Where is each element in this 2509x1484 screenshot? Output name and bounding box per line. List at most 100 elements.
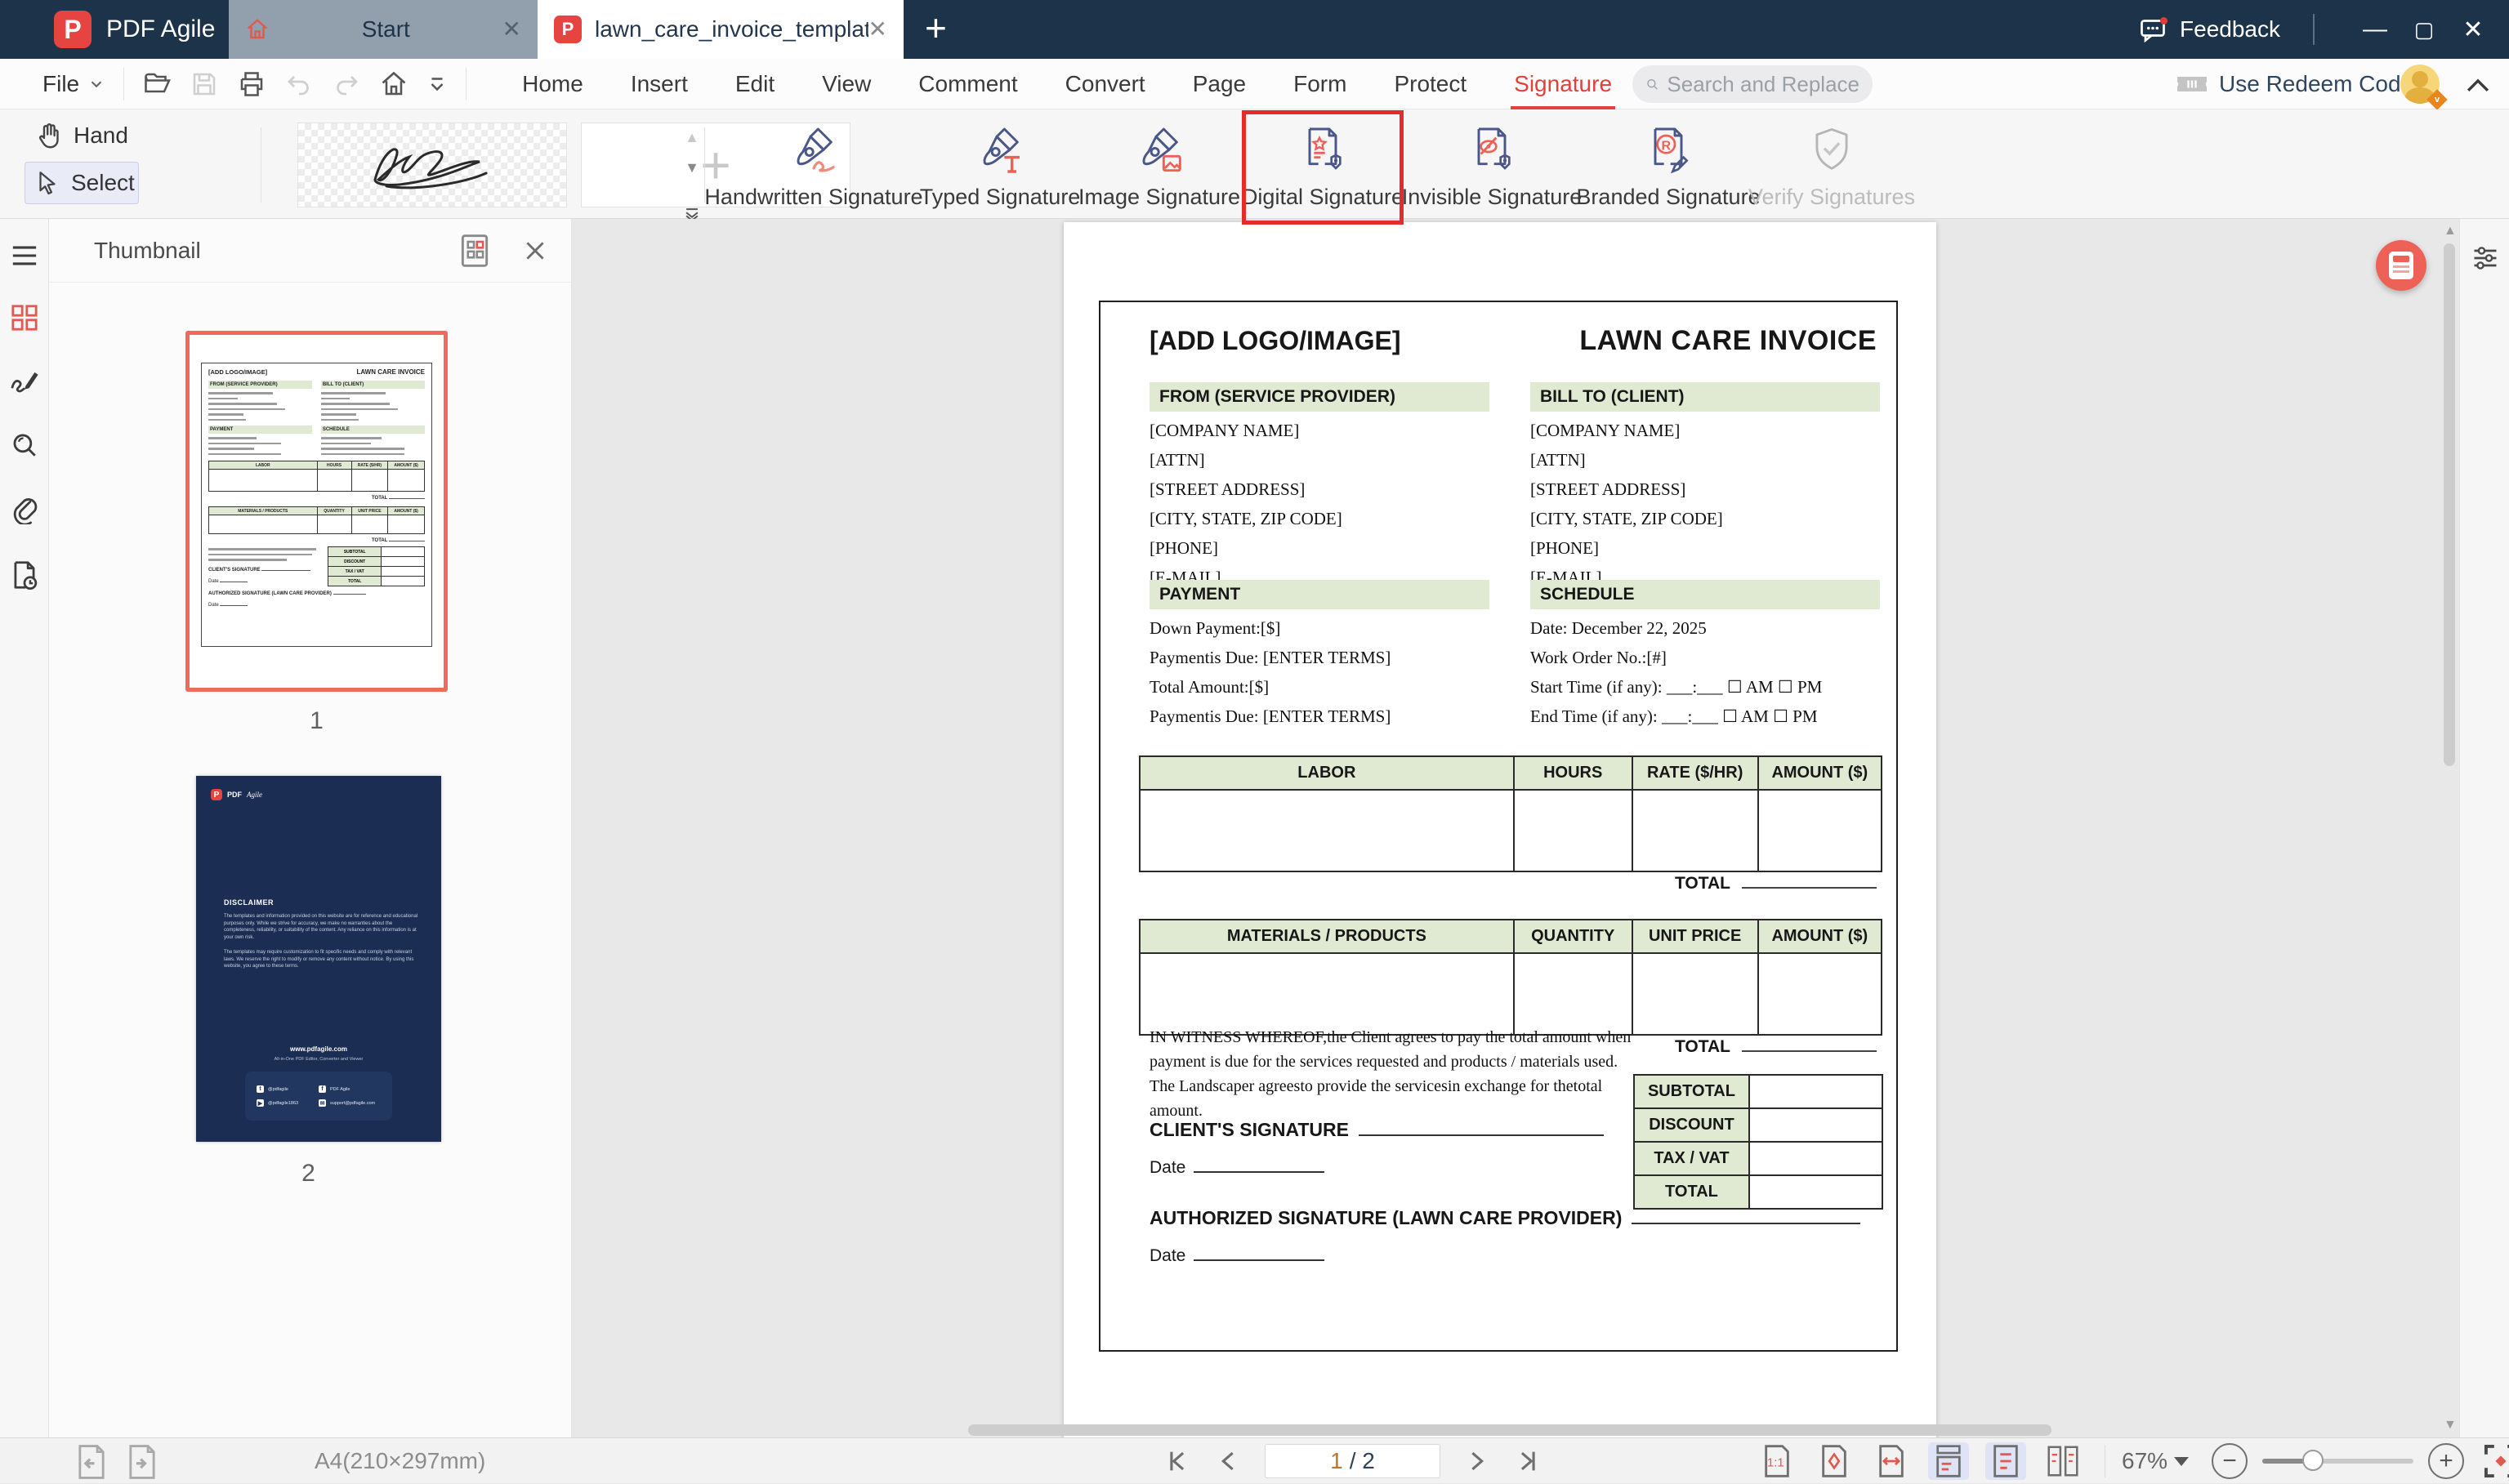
redeem-code-button[interactable]: Use Redeem Code bbox=[2175, 59, 2413, 109]
vertical-scrollbar-thumb[interactable] bbox=[2444, 243, 2455, 766]
menu-insert[interactable]: Insert bbox=[631, 71, 688, 97]
single-page-button[interactable] bbox=[1985, 1442, 2026, 1480]
print-icon[interactable] bbox=[237, 69, 266, 99]
image-signature-icon bbox=[1142, 127, 1181, 172]
menu-signature[interactable]: Signature bbox=[1511, 71, 1615, 109]
scrollbar-down-icon[interactable]: ▼ bbox=[2444, 1418, 2457, 1433]
materials-total: TOTAL bbox=[1675, 1037, 1877, 1057]
bill-street: [STREET ADDRESS] bbox=[1530, 479, 1686, 499]
image-signature-label: Image Signature bbox=[1078, 185, 1241, 209]
annotations-panel-icon[interactable] bbox=[10, 368, 39, 395]
open-file-icon[interactable] bbox=[142, 69, 172, 99]
two-page-button[interactable] bbox=[2042, 1442, 2083, 1480]
thumbnail-options-icon[interactable] bbox=[457, 233, 493, 269]
tab-start-close-icon[interactable]: ✕ bbox=[502, 18, 521, 41]
user-avatar[interactable]: v bbox=[2400, 65, 2448, 110]
typed-signature-icon bbox=[983, 127, 1020, 173]
hand-tool-button[interactable]: Hand bbox=[34, 121, 128, 150]
pdf-page[interactable]: [ADD LOGO/IMAGE] LAWN CARE INVOICE FROM … bbox=[1064, 222, 1936, 1437]
thumbnail-panel: Thumbnail [ADD LOGO/IMAGE] LAWN CARE INV… bbox=[49, 219, 572, 1437]
zoom-dropdown-icon[interactable] bbox=[2174, 1456, 2190, 1466]
previous-page-icon[interactable] bbox=[1216, 1447, 1240, 1475]
current-page: 1 bbox=[1330, 1448, 1343, 1473]
new-tab-button[interactable]: + bbox=[925, 0, 947, 59]
panel-menu-icon[interactable] bbox=[11, 243, 38, 268]
amount-col-header: AMOUNT ($) bbox=[1757, 757, 1881, 789]
zoom-slider[interactable] bbox=[2262, 1450, 2414, 1471]
minimize-button[interactable]: — bbox=[2351, 16, 2400, 43]
page-1-thumbnail[interactable]: [ADD LOGO/IMAGE] LAWN CARE INVOICE FROM … bbox=[185, 331, 448, 692]
close-button[interactable]: ✕ bbox=[2449, 16, 2498, 44]
zoom-slider-handle[interactable] bbox=[2302, 1450, 2324, 1471]
horizontal-scrollbar-thumb[interactable] bbox=[968, 1424, 2051, 1436]
menu-page[interactable]: Page bbox=[1193, 71, 1246, 97]
payment-due-2: Paymentis Due: [ENTER TERMS] bbox=[1150, 706, 1391, 726]
next-page-icon[interactable] bbox=[1465, 1447, 1489, 1475]
menu-protect[interactable]: Protect bbox=[1394, 71, 1467, 97]
tab-start[interactable]: Start ✕ bbox=[229, 0, 538, 59]
fit-width-button[interactable] bbox=[1871, 1442, 1912, 1480]
from-header: FROM (SERVICE PROVIDER) bbox=[1150, 382, 1489, 412]
search-input[interactable]: Search and Replace bbox=[1632, 65, 1873, 103]
home-page-icon[interactable] bbox=[379, 69, 408, 99]
attachments-panel-icon[interactable] bbox=[11, 495, 38, 524]
last-page-icon[interactable] bbox=[1514, 1447, 1542, 1475]
save-icon[interactable] bbox=[190, 69, 219, 99]
saved-signature-thumbnail[interactable] bbox=[297, 123, 567, 207]
handwritten-signature-button[interactable]: Handwritten Signature bbox=[704, 121, 923, 210]
scrollbar-up-icon[interactable]: ▲ bbox=[2444, 224, 2457, 238]
tab-document-close-icon[interactable]: ✕ bbox=[868, 18, 887, 41]
menu-edit[interactable]: Edit bbox=[735, 71, 775, 97]
materials-table: MATERIALS / PRODUCTS QUANTITY UNIT PRICE… bbox=[1139, 919, 1882, 1036]
templates-floating-button[interactable] bbox=[2376, 240, 2426, 291]
undo-icon[interactable] bbox=[284, 69, 314, 99]
materials-col-header: MATERIALS / PRODUCTS bbox=[1226, 927, 1426, 945]
page-number-input[interactable]: 1 / 2 bbox=[1265, 1444, 1440, 1478]
titlebar: P PDF Agile Start ✕ P lawn_care_invoice_… bbox=[0, 0, 2509, 59]
thumbnail-panel-close-icon[interactable] bbox=[522, 238, 548, 264]
menu-comment[interactable]: Comment bbox=[918, 71, 1017, 97]
actual-size-button[interactable]: 1:1 bbox=[1757, 1442, 1797, 1480]
fullscreen-button[interactable] bbox=[2482, 1442, 2509, 1480]
menu-view[interactable]: View bbox=[822, 71, 871, 97]
maximize-button[interactable]: ▢ bbox=[2400, 17, 2449, 42]
continuous-scroll-button[interactable] bbox=[1928, 1442, 1969, 1480]
image-signature-button[interactable]: Image Signature bbox=[1078, 121, 1240, 210]
history-panel-icon[interactable] bbox=[11, 560, 38, 590]
menu-convert[interactable]: Convert bbox=[1065, 71, 1145, 97]
search-panel-icon[interactable] bbox=[11, 431, 38, 459]
first-page-icon[interactable] bbox=[1163, 1447, 1191, 1475]
search-placeholder: Search and Replace bbox=[1667, 71, 1859, 96]
zoom-out-button[interactable]: − bbox=[2212, 1443, 2248, 1479]
document-area[interactable]: [ADD LOGO/IMAGE] LAWN CARE INVOICE FROM … bbox=[572, 219, 2459, 1437]
next-view-icon[interactable] bbox=[124, 1443, 160, 1481]
menubar-divider2 bbox=[466, 67, 467, 100]
total-pages: / 2 bbox=[1349, 1448, 1375, 1473]
invisible-signature-button[interactable]: Invisible Signature bbox=[1402, 121, 1582, 210]
customize-toolbar-icon[interactable] bbox=[426, 74, 448, 95]
feedback-button[interactable]: Feedback bbox=[2139, 15, 2280, 44]
scroll-up-icon[interactable]: ▲ bbox=[685, 129, 699, 146]
file-chevron-down-icon[interactable] bbox=[87, 75, 105, 93]
horizontal-scrollbar[interactable] bbox=[572, 1424, 2459, 1436]
verify-signatures-label: Verify Signatures bbox=[1748, 185, 1916, 209]
menu-form[interactable]: Form bbox=[1293, 71, 1346, 97]
file-menu[interactable]: File bbox=[42, 71, 79, 97]
redo-icon[interactable] bbox=[332, 69, 361, 99]
zoom-level-label[interactable]: 67% bbox=[2122, 1448, 2167, 1474]
subtotal-label: SUBTOTAL bbox=[1635, 1076, 1748, 1107]
thumbnail-panel-icon[interactable] bbox=[11, 304, 38, 332]
menu-home[interactable]: Home bbox=[522, 71, 583, 97]
zoom-in-button[interactable]: + bbox=[2428, 1443, 2465, 1479]
account-chevron-up-icon[interactable] bbox=[2464, 75, 2492, 95]
page-2-thumbnail[interactable]: P PDF Agile DISCLAIMER The templates and… bbox=[196, 776, 441, 1142]
typed-signature-button[interactable]: Typed Signature bbox=[920, 121, 1080, 210]
properties-sliders-icon[interactable] bbox=[2471, 243, 2500, 273]
fit-page-button[interactable] bbox=[1814, 1442, 1855, 1480]
scroll-down-icon[interactable]: ▼ bbox=[685, 159, 699, 176]
select-tool-button[interactable]: Select bbox=[25, 162, 139, 204]
branded-signature-button[interactable]: R Branded Signature bbox=[1576, 121, 1761, 210]
vertical-scrollbar[interactable]: ▲ ▼ bbox=[2441, 219, 2458, 1437]
tab-document[interactable]: P lawn_care_invoice_templat... ✕ bbox=[538, 0, 904, 59]
previous-view-icon[interactable] bbox=[74, 1443, 109, 1481]
